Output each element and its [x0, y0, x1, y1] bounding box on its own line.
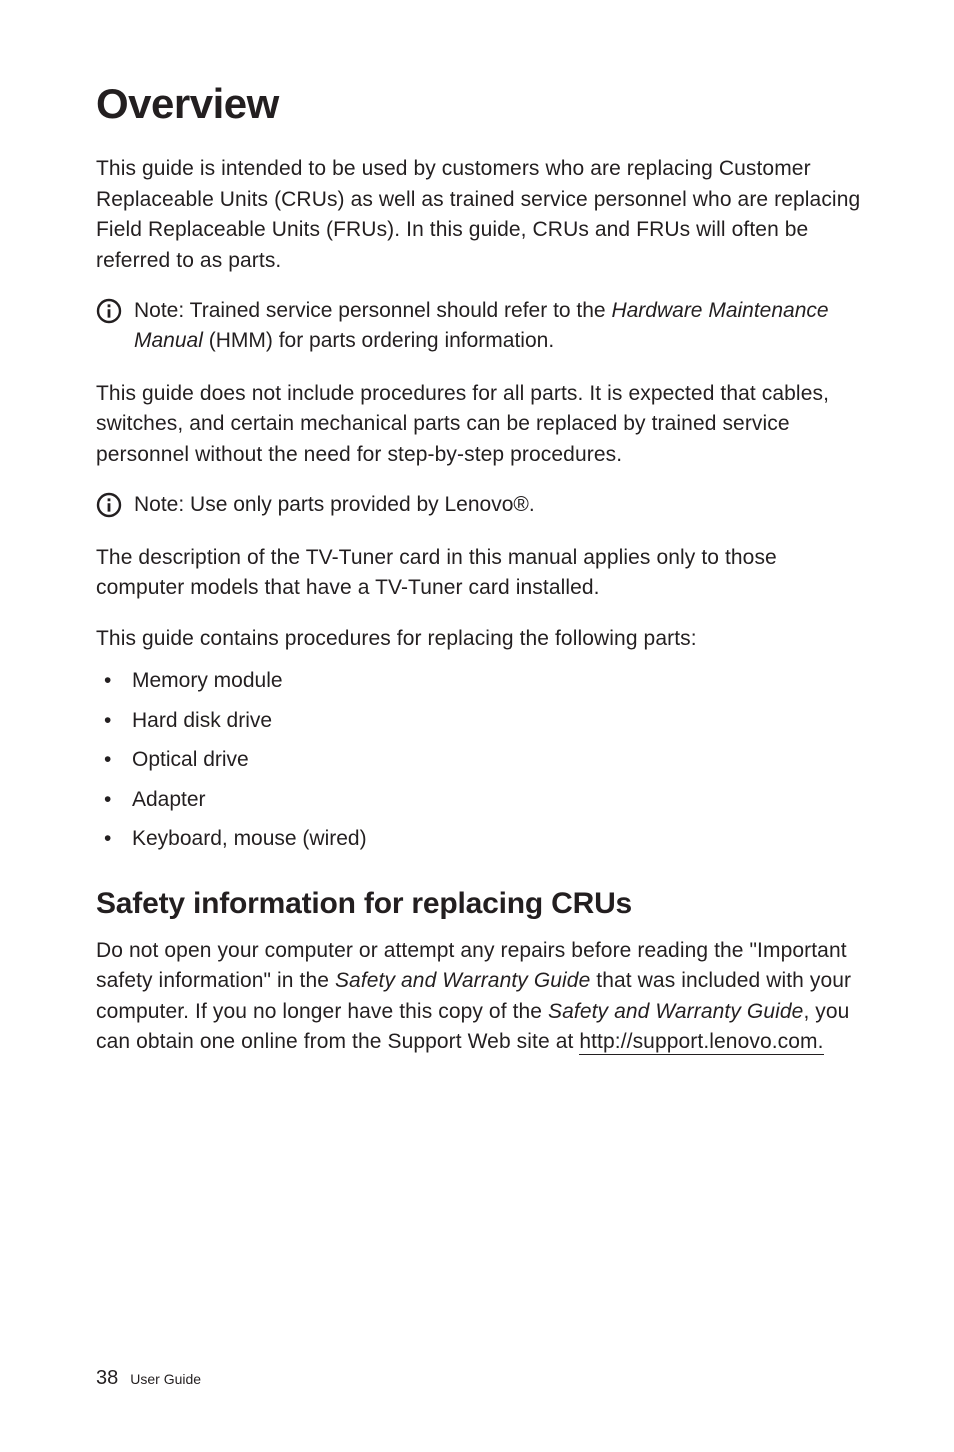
intro-paragraph: This guide is intended to be used by cus…: [96, 154, 866, 276]
page-number: 38: [96, 1367, 118, 1390]
note-prefix: Note:: [134, 299, 184, 322]
no-include-paragraph: This guide does not include procedures f…: [96, 379, 866, 470]
contains-paragraph: This guide contains procedures for repla…: [96, 624, 866, 654]
note-lenovo-parts: Note: Use only parts provided by Lenovo®…: [96, 490, 866, 520]
note-lead: Trained service personnel should refer t…: [184, 299, 611, 322]
info-icon: [96, 492, 122, 518]
note-prefix: Note:: [134, 493, 184, 516]
page-footer: 38 User Guide: [96, 1367, 201, 1390]
footer-label: User Guide: [130, 1371, 201, 1387]
note-trained-personnel: Note: Trained service personnel should r…: [96, 296, 866, 357]
list-item: Optical drive: [96, 743, 866, 777]
info-icon: [96, 298, 122, 324]
note-body: Use only parts provided by Lenovo®.: [184, 493, 535, 516]
page-title: Overview: [96, 80, 866, 128]
list-item: Adapter: [96, 783, 866, 817]
tv-tuner-paragraph: The description of the TV-Tuner card in …: [96, 543, 866, 604]
safety-paragraph: Do not open your computer or attempt any…: [96, 936, 866, 1058]
safety-italic-2: Safety and Warranty Guide: [548, 1000, 803, 1023]
note-tail: (HMM) for parts ordering information.: [203, 329, 554, 352]
safety-italic-1: Safety and Warranty Guide: [335, 969, 590, 992]
safety-heading: Safety information for replacing CRUs: [96, 886, 866, 922]
support-link[interactable]: http://support.lenovo.com.: [579, 1030, 823, 1055]
list-item: Hard disk drive: [96, 704, 866, 738]
note-text: Note: Trained service personnel should r…: [134, 296, 866, 357]
parts-list: Memory module Hard disk drive Optical dr…: [96, 664, 866, 856]
list-item: Memory module: [96, 664, 866, 698]
note-text: Note: Use only parts provided by Lenovo®…: [134, 490, 535, 520]
list-item: Keyboard, mouse (wired): [96, 822, 866, 856]
document-page: Overview This guide is intended to be us…: [0, 0, 954, 1452]
